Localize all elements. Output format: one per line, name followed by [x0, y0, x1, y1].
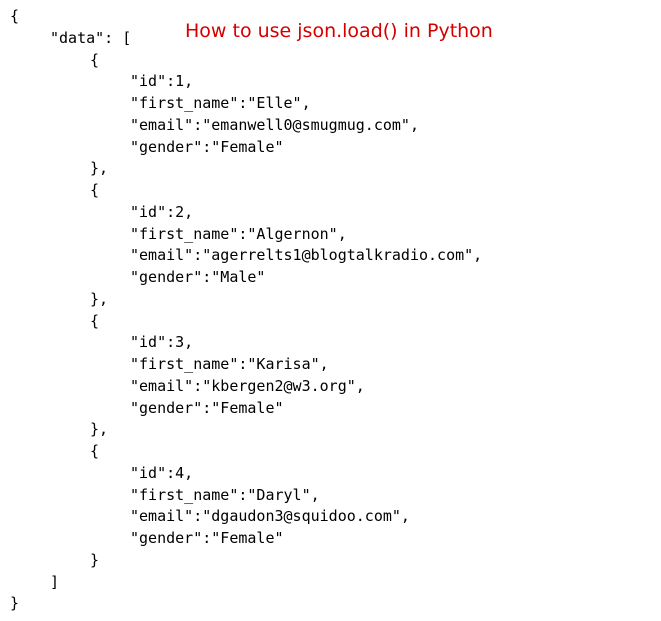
record-open: { — [10, 312, 99, 330]
record-close: }, — [10, 159, 108, 177]
code-line: "id":1, — [10, 72, 193, 90]
brace-close: } — [10, 594, 19, 612]
code-line: "gender":"Female" — [10, 529, 284, 547]
record-open: { — [10, 51, 99, 69]
code-line: "email":"dgaudon3@squidoo.com", — [10, 507, 410, 525]
record-open: { — [10, 442, 99, 460]
code-line: "first_name":"Algernon", — [10, 225, 347, 243]
data-key-line: "data": [ — [10, 29, 131, 47]
code-line: "gender":"Female" — [10, 138, 284, 156]
code-line: "email":"kbergen2@w3.org", — [10, 377, 365, 395]
code-line: "first_name":"Karisa", — [10, 355, 329, 373]
page-title: How to use json.load() in Python — [185, 18, 493, 46]
record-close: }, — [10, 420, 108, 438]
code-line: "first_name":"Elle", — [10, 94, 311, 112]
record-open: { — [10, 181, 99, 199]
code-block: { "data": [ { "id":1, "first_name":"Elle… — [10, 6, 651, 615]
brace-open: { — [10, 7, 19, 25]
code-line: "email":"agerrelts1@blogtalkradio.com", — [10, 246, 482, 264]
code-line: "id":3, — [10, 333, 193, 351]
code-line: "first_name":"Daryl", — [10, 486, 320, 504]
record-close: }, — [10, 290, 108, 308]
record-close-last: } — [10, 551, 99, 569]
bracket-close: ] — [10, 573, 59, 591]
code-line: "id":4, — [10, 464, 193, 482]
code-line: "id":2, — [10, 203, 193, 221]
code-line: "email":"emanwell0@smugmug.com", — [10, 116, 419, 134]
code-line: "gender":"Female" — [10, 399, 284, 417]
code-line: "gender":"Male" — [10, 268, 265, 286]
